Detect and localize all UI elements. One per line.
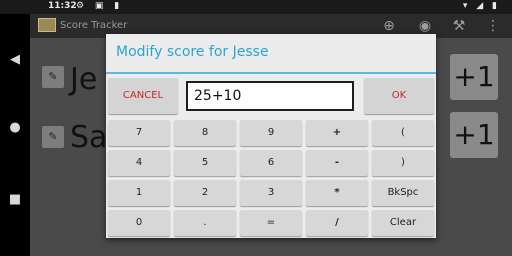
edit-player-button[interactable]: ✎ [42,66,64,88]
modify-score-dialog: Modify score for Jesse CANCEL OK 789+(45… [106,34,436,238]
title-divider [106,72,436,74]
key-plus-button[interactable]: + [306,120,368,146]
recents-icon[interactable]: ■ [7,192,23,208]
key-7-button[interactable]: 7 [108,120,170,146]
status-system-icons: ▾ ◢ ▮ [462,1,500,11]
player-name: Je [70,62,98,97]
cancel-button[interactable]: CANCEL [108,78,178,114]
key-minus-button[interactable]: - [306,150,368,176]
key-equals-button[interactable]: = [240,210,302,236]
key-decimal-button[interactable]: . [174,210,236,236]
ok-button[interactable]: OK [364,78,434,114]
increment-button[interactable]: +1 [450,112,498,158]
overflow-menu-icon[interactable]: ⋮ [484,17,502,35]
navigation-bar: ◀ ● ■ [0,14,30,256]
status-bar: 11:32 ⚙ ▣ ▮ ▾ ◢ ▮ [0,0,512,14]
status-notification-icons: ⚙ ▣ ▮ [76,1,124,11]
key-backspace-button[interactable]: BkSpc [372,180,434,206]
eye-icon[interactable]: ◉ [416,17,434,35]
key-8-button[interactable]: 8 [174,120,236,146]
key-divide-button[interactable]: / [306,210,368,236]
player-name: Sa [70,120,108,155]
key-1-button[interactable]: 1 [108,180,170,206]
home-icon[interactable]: ● [7,120,23,136]
key-5-button[interactable]: 5 [174,150,236,176]
dialog-title: Modify score for Jesse [116,44,269,60]
key-9-button[interactable]: 9 [240,120,302,146]
key-0-button[interactable]: 0 [108,210,170,236]
key-4-button[interactable]: 4 [108,150,170,176]
increment-button[interactable]: +1 [450,54,498,100]
app-icon [38,18,56,32]
key-close-paren-button[interactable]: ) [372,150,434,176]
key-multiply-button[interactable]: * [306,180,368,206]
status-time: 11:32 [48,1,77,11]
key-clear-button[interactable]: Clear [372,210,434,236]
key-3-button[interactable]: 3 [240,180,302,206]
key-6-button[interactable]: 6 [240,150,302,176]
key-open-paren-button[interactable]: ( [372,120,434,146]
score-expression-input[interactable] [186,81,354,111]
key-2-button[interactable]: 2 [174,180,236,206]
add-icon[interactable]: ⊕ [380,17,398,35]
wrench-icon[interactable]: ⚒ [450,17,468,35]
edit-player-button[interactable]: ✎ [42,126,64,148]
app-title: Score Tracker [60,20,128,31]
back-icon[interactable]: ◀ [7,52,23,68]
